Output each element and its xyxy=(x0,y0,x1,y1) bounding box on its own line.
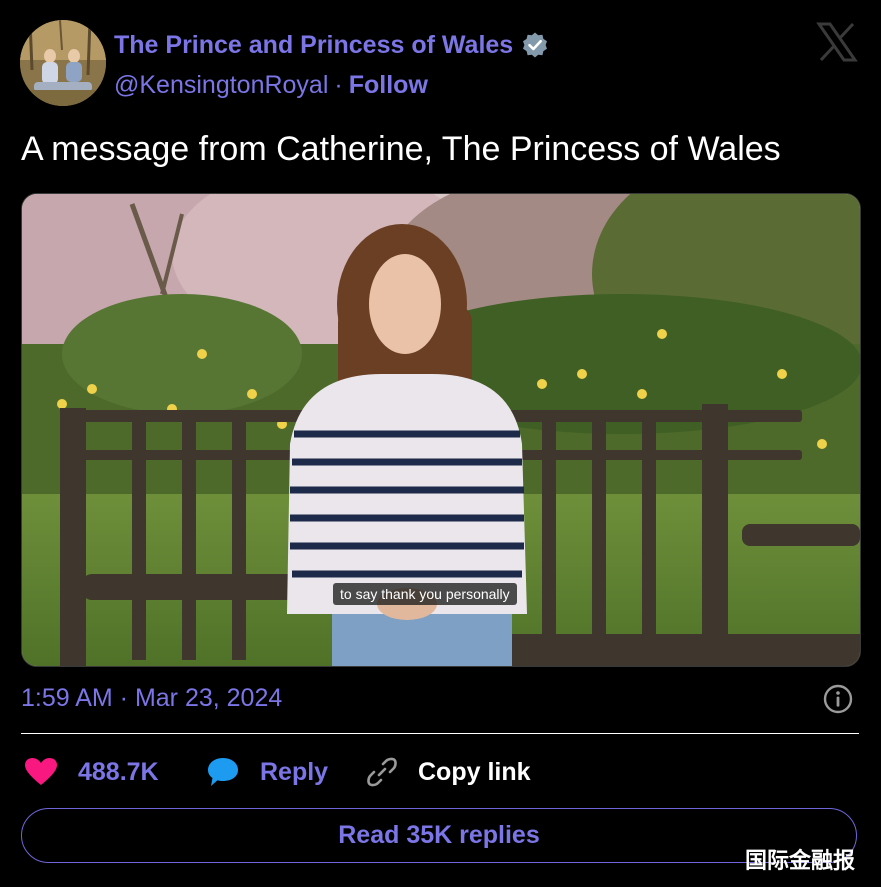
tweet-text: A message from Catherine, The Princess o… xyxy=(21,130,781,168)
reply-button[interactable]: Reply xyxy=(206,752,328,792)
divider xyxy=(21,733,859,734)
heart-icon xyxy=(24,757,58,787)
reply-bubble-icon xyxy=(206,756,240,788)
copy-link-button[interactable]: Copy link xyxy=(366,752,531,792)
handle[interactable]: @KensingtonRoyal xyxy=(114,71,328,100)
follow-button[interactable]: Follow xyxy=(349,71,428,100)
video-caption: to say thank you personally xyxy=(333,583,517,605)
watermark: 国际金融报 xyxy=(745,848,856,873)
avatar[interactable] xyxy=(20,20,106,106)
reply-label: Reply xyxy=(260,757,329,786)
like-button[interactable]: 488.7K xyxy=(24,752,159,792)
like-count: 488.7K xyxy=(78,757,159,786)
read-replies-button[interactable]: Read 35K replies xyxy=(21,808,857,863)
copy-link-label: Copy link xyxy=(418,757,531,786)
info-icon[interactable] xyxy=(822,683,854,715)
timestamp[interactable]: 1:59 AM · Mar 23, 2024 xyxy=(21,684,282,713)
verified-badge-icon xyxy=(521,31,549,59)
link-icon xyxy=(366,756,398,788)
separator: · xyxy=(334,70,343,99)
display-name[interactable]: The Prince and Princess of Wales xyxy=(114,31,513,60)
x-logo-icon[interactable] xyxy=(815,22,859,62)
